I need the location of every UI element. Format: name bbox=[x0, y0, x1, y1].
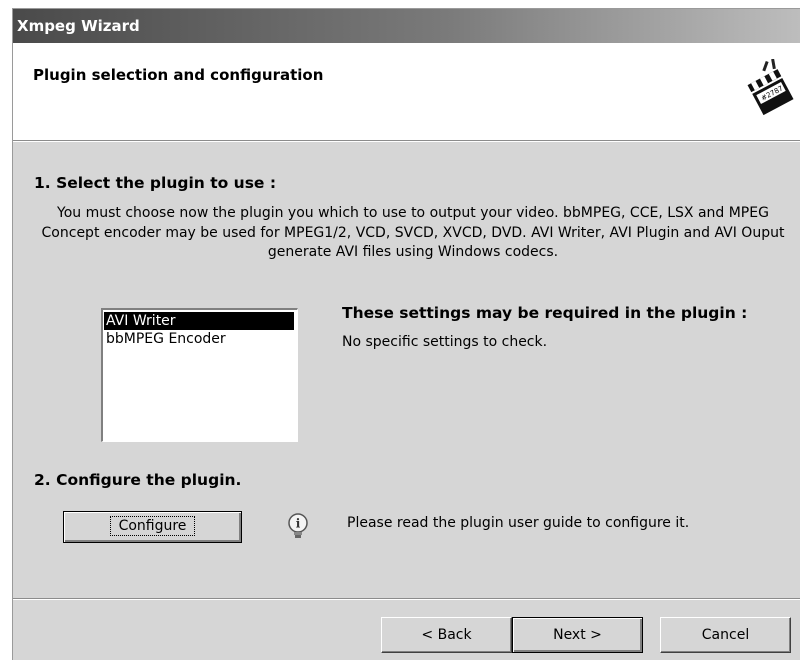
configure-button[interactable]: Configure bbox=[63, 511, 242, 543]
step1-title: 1. Select the plugin to use : bbox=[34, 174, 277, 192]
window-title: Xmpeg Wizard bbox=[17, 17, 140, 35]
step2-title: 2. Configure the plugin. bbox=[34, 471, 242, 489]
configure-label: Configure bbox=[109, 516, 196, 536]
next-button[interactable]: Next > bbox=[512, 617, 643, 653]
svg-text:i: i bbox=[296, 517, 301, 531]
plugin-listbox[interactable]: AVI Writer bbMPEG Encoder bbox=[101, 308, 298, 442]
settings-heading: These settings may be required in the pl… bbox=[342, 304, 748, 322]
list-item[interactable]: bbMPEG Encoder bbox=[104, 330, 294, 348]
wizard-header: Plugin selection and configuration #2787 bbox=[13, 43, 800, 141]
clapperboard-icon: #2787 bbox=[747, 59, 794, 116]
title-bar[interactable]: Xmpeg Wizard bbox=[13, 9, 800, 43]
page-title: Plugin selection and configuration bbox=[33, 66, 324, 84]
plugin-description: You must choose now the plugin you which… bbox=[41, 205, 785, 260]
list-item[interactable]: AVI Writer bbox=[104, 312, 294, 330]
info-text: Please read the plugin user guide to con… bbox=[347, 515, 690, 531]
wizard-window: Xmpeg Wizard Plugin selection and config… bbox=[12, 8, 800, 660]
settings-text: No specific settings to check. bbox=[342, 334, 548, 350]
cancel-button[interactable]: Cancel bbox=[660, 617, 791, 653]
footer-divider bbox=[13, 598, 800, 600]
info-lightbulb-icon: i bbox=[288, 513, 308, 538]
back-button[interactable]: < Back bbox=[381, 617, 512, 653]
